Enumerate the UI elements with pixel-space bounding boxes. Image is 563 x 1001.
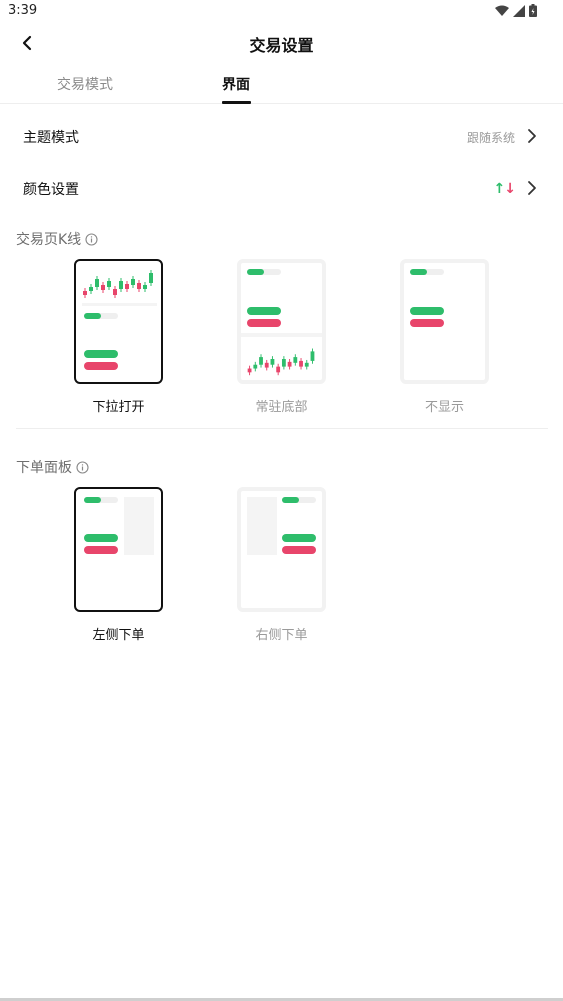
order-panel-section-title: 下单面板 [16,457,89,477]
candle-body [304,362,309,367]
tab-trade-mode[interactable]: 交易模式 [57,74,113,94]
status-bar: 3:39 [0,0,563,22]
theme-mode-label: 主题模式 [23,130,79,146]
kline-candles-top [83,270,153,298]
order-option-right-label: 右侧下单 [255,628,308,643]
candle-body [281,359,286,367]
up-down-color-indicator: ↑↓ [493,181,516,197]
signal-icon [513,4,525,17]
candle-body [276,366,281,373]
kline-candles-bottom [247,348,315,376]
status-icons [495,4,537,17]
candle-body [143,285,147,289]
wifi-icon [495,5,509,16]
info-icon[interactable] [76,460,89,474]
kline-option-bottom-label: 常驻底部 [255,400,308,415]
order-panel-section-label: 下单面板 [16,460,72,476]
kline-option-bottom-thumbnail [237,259,326,384]
page-title: 交易设置 [249,36,314,55]
candle-body [95,279,99,287]
order-option-left-thumbnail [74,487,163,612]
candle-body [293,357,298,363]
up-arrow-icon: ↑ [493,181,506,197]
tab-interface[interactable]: 界面 [222,74,250,94]
tab-active-indicator [222,101,251,104]
down-arrow-icon: ↓ [504,181,516,197]
candle-body [83,291,87,295]
kline-section-label: 交易页K线 [16,232,82,248]
candle-body [299,360,303,367]
candle-body [107,281,111,287]
candle-body [149,273,153,283]
color-setting-label: 颜色设置 [23,182,79,198]
candle-body [310,351,315,361]
chevron-right-icon [528,129,536,143]
candle-body [247,368,252,373]
nav-bar: 交易设置 [0,24,563,62]
candle-body [119,281,123,289]
candle-body [113,289,117,295]
kline-option-dropdown-label: 下拉打开 [92,400,145,415]
candle-body [287,361,292,367]
chevron-right-icon [528,181,536,195]
section-divider [16,428,548,429]
candle-body [125,284,129,289]
order-option-left-label: 左侧下单 [92,628,145,643]
kline-option-dropdown-thumbnail [74,259,163,384]
candle-body [89,287,93,291]
order-option-right-thumbnail [237,487,326,612]
candle-body [101,285,105,290]
kline-option-hidden-thumbnail [400,259,489,384]
theme-mode-value: 跟随系统 [466,131,515,145]
info-icon[interactable] [85,232,98,246]
battery-icon [529,4,537,17]
candle-body [253,364,258,369]
candle-body [270,359,275,365]
tab-bar: 交易模式 界面 [0,66,563,104]
candle-body [131,279,135,285]
color-setting-row[interactable]: 颜色设置 ↑↓ [0,164,563,214]
candle-body [137,283,141,289]
kline-section-title: 交易页K线 [16,229,98,249]
candle-body [264,362,269,368]
kline-option-hidden-label: 不显示 [424,400,464,415]
theme-mode-row[interactable]: 主题模式 跟随系统 [0,112,563,162]
status-time: 3:39 [8,3,38,18]
candle-body [259,357,263,365]
